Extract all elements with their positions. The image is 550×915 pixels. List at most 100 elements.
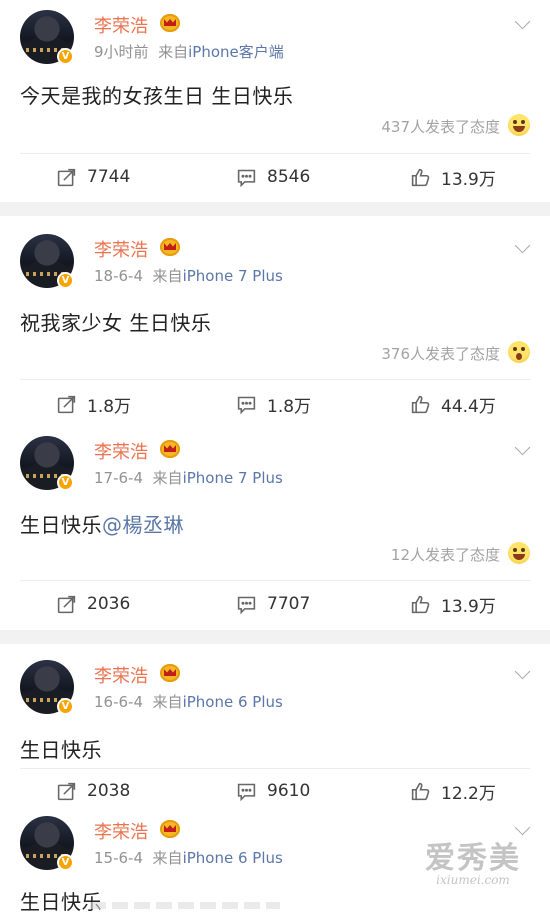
repost-count: 7744 bbox=[87, 167, 131, 187]
source-prefix: 来自 bbox=[152, 849, 183, 867]
like-button[interactable]: 13.9万 bbox=[410, 592, 496, 617]
crown-badge-icon bbox=[160, 14, 180, 32]
repost-count: 1.8万 bbox=[87, 396, 132, 417]
mention-link[interactable]: @楊丞琳 bbox=[102, 513, 184, 537]
post-text: 生日快乐 bbox=[20, 738, 102, 762]
post-time: 16-6-4 bbox=[94, 693, 143, 711]
laugh-emoji-icon bbox=[508, 542, 530, 564]
post-text: 今天是我的女孩生日 生日快乐 bbox=[20, 84, 294, 108]
post-meta: 9小时前 来自iPhone客户端 bbox=[94, 41, 284, 62]
comment-icon bbox=[237, 169, 256, 187]
post-source[interactable]: iPhone 7 Plus bbox=[183, 469, 283, 487]
author-name[interactable]: 李荣浩 bbox=[94, 12, 148, 38]
comment-icon bbox=[237, 396, 256, 414]
like-count: 12.2万 bbox=[441, 783, 496, 804]
like-button[interactable]: 12.2万 bbox=[410, 779, 496, 804]
divider bbox=[20, 153, 530, 154]
divider bbox=[20, 768, 530, 769]
source-prefix: 来自 bbox=[152, 469, 183, 487]
chevron-down-icon[interactable] bbox=[514, 819, 531, 836]
chevron-down-icon[interactable] bbox=[514, 663, 531, 680]
author-name[interactable]: 李荣浩 bbox=[94, 236, 148, 262]
post-source[interactable]: iPhone 6 Plus bbox=[183, 849, 283, 867]
source-prefix: 来自 bbox=[152, 267, 183, 285]
like-count: 13.9万 bbox=[441, 596, 496, 617]
post-text-body: 生日快乐 bbox=[20, 513, 102, 537]
repost-button[interactable]: 2036 bbox=[56, 592, 130, 616]
reactions-count[interactable]: 437人发表了态度 bbox=[381, 116, 500, 137]
post-time: 18-6-4 bbox=[94, 267, 143, 285]
surprise-emoji-icon bbox=[508, 341, 530, 363]
repost-icon bbox=[57, 395, 76, 413]
post-meta: 15-6-4 来自iPhone 6 Plus bbox=[94, 847, 283, 868]
cutoff-text-fragment bbox=[90, 902, 280, 909]
comment-button[interactable]: 8546 bbox=[236, 165, 310, 189]
post-source[interactable]: iPhone 7 Plus bbox=[183, 267, 283, 285]
source-prefix: 来自 bbox=[158, 43, 189, 61]
reactions-count[interactable]: 12人发表了态度 bbox=[391, 544, 500, 565]
repost-icon bbox=[57, 782, 76, 800]
chevron-down-icon[interactable] bbox=[514, 237, 531, 254]
thumbs-up-icon bbox=[411, 595, 430, 613]
like-button[interactable]: 44.4万 bbox=[410, 392, 496, 417]
source-prefix: 来自 bbox=[152, 693, 183, 711]
repost-button[interactable]: 2038 bbox=[56, 779, 130, 803]
post-time: 17-6-4 bbox=[94, 469, 143, 487]
verified-badge-icon: V bbox=[57, 854, 74, 871]
post-4: V 李荣浩 16-6-4 来自iPhone 6 Plus 生日快乐 2038 9… bbox=[0, 644, 550, 810]
post-meta: 16-6-4 来自iPhone 6 Plus bbox=[94, 691, 283, 712]
post-source[interactable]: iPhone 6 Plus bbox=[183, 693, 283, 711]
crown-badge-icon bbox=[160, 664, 180, 682]
repost-count: 2038 bbox=[87, 781, 131, 801]
like-count: 13.9万 bbox=[441, 169, 496, 190]
comment-button[interactable]: 9610 bbox=[236, 779, 310, 803]
comment-icon bbox=[237, 596, 256, 614]
author-name[interactable]: 李荣浩 bbox=[94, 438, 148, 464]
repost-button[interactable]: 7744 bbox=[56, 165, 130, 189]
comment-icon bbox=[237, 783, 256, 801]
author-name[interactable]: 李荣浩 bbox=[94, 818, 148, 844]
chevron-down-icon[interactable] bbox=[514, 439, 531, 456]
verified-badge-icon: V bbox=[57, 272, 74, 289]
verified-badge-icon: V bbox=[57, 474, 74, 491]
watermark-main: 爱秀美 bbox=[425, 841, 521, 876]
laugh-emoji-icon bbox=[508, 114, 530, 136]
post-time: 15-6-4 bbox=[94, 849, 143, 867]
repost-button[interactable]: 1.8万 bbox=[56, 392, 132, 417]
post-time: 9小时前 bbox=[94, 43, 149, 61]
chevron-down-icon[interactable] bbox=[514, 13, 531, 30]
repost-count: 2036 bbox=[87, 594, 131, 614]
comment-button[interactable]: 1.8万 bbox=[236, 392, 312, 417]
repost-icon bbox=[57, 168, 76, 186]
post-separator bbox=[0, 202, 550, 216]
post-text: 祝我家少女 生日快乐 bbox=[20, 311, 212, 335]
crown-badge-icon bbox=[160, 238, 180, 256]
thumbs-up-icon bbox=[411, 395, 430, 413]
post-text: 生日快乐@楊丞琳 bbox=[20, 509, 184, 538]
like-button[interactable]: 13.9万 bbox=[410, 165, 496, 190]
thumbs-up-icon bbox=[411, 782, 430, 800]
verified-badge-icon: V bbox=[57, 48, 74, 65]
post-separator bbox=[0, 630, 550, 644]
crown-badge-icon bbox=[160, 440, 180, 458]
watermark-logo: 爱秀美 ixiumei.com bbox=[425, 841, 521, 887]
reactions-count[interactable]: 376人发表了态度 bbox=[381, 343, 500, 364]
comment-button[interactable]: 7707 bbox=[236, 592, 310, 616]
repost-icon bbox=[57, 595, 76, 613]
watermark-url: ixiumei.com bbox=[436, 873, 510, 887]
divider bbox=[20, 379, 530, 380]
comment-count: 8546 bbox=[267, 167, 311, 187]
comment-count: 9610 bbox=[267, 781, 311, 801]
post-3: V 李荣浩 17-6-4 来自iPhone 7 Plus 生日快乐@楊丞琳 12… bbox=[0, 430, 550, 630]
divider bbox=[20, 580, 530, 581]
post-2: V 李荣浩 18-6-4 来自iPhone 7 Plus 祝我家少女 生日快乐 … bbox=[0, 216, 550, 426]
crown-badge-icon bbox=[160, 820, 180, 838]
comment-count: 1.8万 bbox=[267, 396, 312, 417]
post-text: 生日快乐 bbox=[20, 890, 102, 914]
verified-badge-icon: V bbox=[57, 698, 74, 715]
like-count: 44.4万 bbox=[441, 396, 496, 417]
post-source[interactable]: iPhone客户端 bbox=[188, 43, 284, 61]
author-name[interactable]: 李荣浩 bbox=[94, 662, 148, 688]
post-meta: 18-6-4 来自iPhone 7 Plus bbox=[94, 265, 283, 286]
post-meta: 17-6-4 来自iPhone 7 Plus bbox=[94, 467, 283, 488]
